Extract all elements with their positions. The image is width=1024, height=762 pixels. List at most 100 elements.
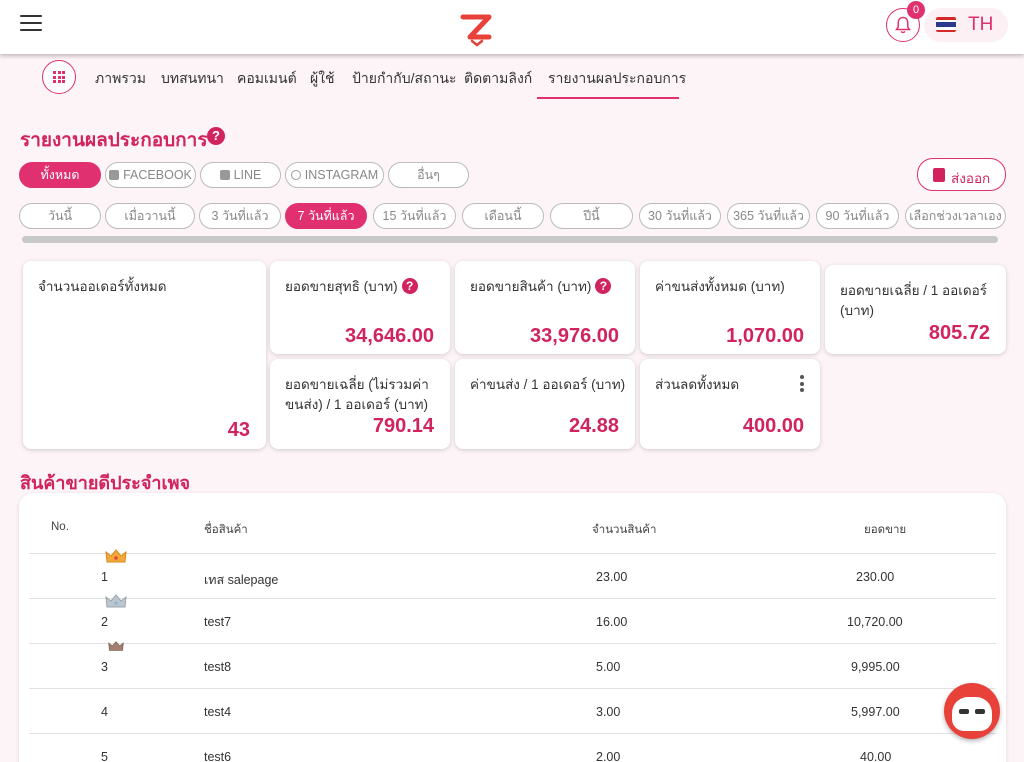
card-net-sales: ยอดขายสุทธิ (บาท)? 34,646.00 — [270, 261, 450, 354]
card-value: 1,070.00 — [726, 325, 804, 347]
notification-button[interactable]: 0 — [886, 1, 925, 42]
table-row[interactable]: 1 เทส salepage 23.00 230.00 — [29, 549, 996, 598]
tab-users[interactable]: ผู้ใช้ — [310, 68, 335, 90]
notification-badge: 0 — [907, 1, 925, 19]
table-row[interactable]: 5 test6 2.00 40.00 — [29, 733, 996, 762]
cell-no: 3 — [101, 660, 108, 674]
z-logo-icon[interactable] — [456, 8, 496, 48]
card-shipping-per-order: ค่าขนส่ง / 1 ออเดอร์ (บาท) 24.88 — [455, 359, 635, 449]
card-product-sales: ยอดขายสินค้า (บาท)? 33,976.00 — [455, 261, 635, 354]
card-total-orders: จำนวนออเดอร์ทั้งหมด 43 — [23, 261, 266, 449]
cell-sales: 40.00 — [860, 750, 892, 762]
card-label: ค่าขนส่ง / 1 ออเดอร์ (บาท) — [470, 377, 626, 392]
cell-sales: 10,720.00 — [847, 615, 903, 629]
card-label: ยอดขายสินค้า (บาท)? — [470, 277, 612, 297]
filter-facebook[interactable]: FACEBOOK — [105, 162, 196, 188]
question-circle-icon[interactable]: ? — [401, 278, 418, 294]
bell-icon — [895, 16, 911, 34]
column-header-qty: จำนวนสินค้า — [592, 524, 657, 536]
card-label: ยอดขายสุทธิ (บาท)? — [285, 277, 418, 297]
time-3-days[interactable]: 3 วันที่แล้ว — [199, 203, 281, 229]
crown-icon — [108, 641, 124, 651]
chatbot-button[interactable] — [944, 683, 1000, 739]
cell-no: 1 — [101, 570, 108, 584]
cell-no: 2 — [101, 615, 108, 629]
filter-line-label: LINE — [233, 168, 262, 182]
card-label: จำนวนออเดอร์ทั้งหมด — [38, 279, 167, 294]
time-7-days[interactable]: 7 วันที่แล้ว — [285, 203, 367, 229]
column-header-name: ชื่อสินค้า — [204, 524, 248, 536]
time-this-month[interactable]: เดือนนี้ — [462, 203, 544, 229]
time-15-days[interactable]: 15 วันที่แล้ว — [373, 203, 456, 229]
time-yesterday[interactable]: เมื่อวานนี้ — [105, 203, 195, 229]
cell-qty: 2.00 — [596, 750, 621, 762]
card-avg-sales-excl-shipping: ยอดขายเฉลี่ย (ไม่รวมค่าขนส่ง) / 1 ออเดอร… — [270, 359, 450, 449]
filter-facebook-label: FACEBOOK — [123, 168, 192, 182]
card-label: ค่าขนส่งทั้งหมด (บาท) — [655, 279, 785, 294]
active-tab-indicator — [537, 97, 679, 99]
card-label: ยอดขายเฉลี่ย / 1 ออเดอร์ (บาท) — [840, 283, 987, 318]
cell-name: เทส salepage — [204, 573, 279, 587]
card-value: 400.00 — [742, 415, 804, 437]
table-row[interactable]: 4 test4 3.00 5,997.00 — [29, 688, 996, 733]
question-circle-icon[interactable]: ? — [595, 278, 612, 294]
language-label: TH — [968, 14, 994, 35]
card-avg-sales-per-order: ยอดขายเฉลี่ย / 1 ออเดอร์ (บาท) 805.72 — [825, 265, 1006, 354]
card-value: 33,976.00 — [530, 325, 619, 347]
column-header-sales: ยอดขาย — [864, 524, 907, 536]
time-today[interactable]: วันนี้ — [19, 203, 101, 229]
filter-others[interactable]: อื่นๆ — [388, 162, 469, 188]
table-row[interactable]: 3 test8 5.00 9,995.00 — [29, 641, 996, 688]
card-total-shipping: ค่าขนส่งทั้งหมด (บาท) 1,070.00 — [640, 261, 820, 354]
tab-conversations[interactable]: บทสนทนา — [161, 68, 224, 90]
cell-qty: 23.00 — [596, 570, 628, 584]
crown-icon — [105, 549, 127, 563]
card-value: 805.72 — [928, 322, 990, 344]
cell-name: test4 — [204, 705, 232, 719]
card-label: ส่วนลดทั้งหมด — [655, 377, 740, 392]
filter-scrollbar[interactable] — [22, 236, 998, 243]
filter-instagram[interactable]: INSTAGRAM — [285, 162, 384, 188]
card-label-text: ยอดขายสุทธิ (บาท) — [285, 279, 398, 294]
time-90-days[interactable]: 90 วันที่แล้ว — [816, 203, 899, 229]
card-label-text: ยอดขายสินค้า (บาท) — [470, 279, 592, 294]
tab-link-tracking[interactable]: ติดตามลิงก์ — [464, 68, 532, 90]
sub-navigation: ภาพรวม บทสนทนา คอมเมนต์ ผู้ใช้ ป้ายกำกับ… — [0, 54, 1024, 100]
line-icon — [219, 170, 230, 180]
tab-performance-report[interactable]: รายงานผลประกอบการ — [548, 68, 686, 90]
export-icon — [933, 168, 945, 182]
table-row[interactable]: 2 test7 16.00 10,720.00 — [29, 594, 996, 643]
card-value: 24.88 — [568, 415, 619, 437]
cell-name: test7 — [204, 615, 232, 629]
time-30-days[interactable]: 30 วันที่แล้ว — [639, 203, 721, 229]
cell-qty: 5.00 — [596, 660, 621, 674]
card-label: ยอดขายเฉลี่ย (ไม่รวมค่าขนส่ง) / 1 ออเดอร… — [285, 377, 429, 412]
cell-no: 4 — [101, 705, 108, 719]
crown-icon — [105, 594, 127, 608]
time-custom-range[interactable]: เลือกช่วงเวลาเอง — [905, 203, 1006, 229]
apps-button[interactable] — [42, 60, 76, 94]
instagram-icon — [290, 170, 301, 180]
hamburger-icon[interactable] — [20, 15, 42, 33]
filter-all[interactable]: ทั้งหมด — [19, 162, 101, 188]
language-switcher[interactable]: TH — [924, 8, 1008, 42]
filter-line[interactable]: LINE — [200, 162, 281, 188]
card-value: 790.14 — [372, 415, 434, 437]
tab-overview[interactable]: ภาพรวม — [95, 68, 146, 90]
export-button[interactable]: ส่งออก — [917, 158, 1006, 191]
cell-sales: 9,995.00 — [851, 660, 900, 674]
question-circle-icon[interactable]: ? — [207, 127, 225, 145]
time-365-days[interactable]: 365 วันที่แล้ว — [727, 203, 810, 229]
grid-icon — [53, 71, 65, 83]
tab-comments[interactable]: คอมเมนต์ — [237, 68, 297, 90]
robot-icon — [952, 697, 992, 731]
cell-qty: 16.00 — [596, 615, 628, 629]
tab-labels-status[interactable]: ป้ายกำกับ/สถานะ — [352, 68, 457, 90]
cell-qty: 3.00 — [596, 705, 621, 719]
cell-sales: 5,997.00 — [851, 705, 900, 719]
time-this-year[interactable]: ปีนี้ — [550, 203, 633, 229]
export-label: ส่งออก — [951, 171, 991, 186]
page-title: รายงานผลประกอบการ — [20, 130, 208, 151]
kebab-menu-icon[interactable] — [800, 375, 804, 395]
column-header-no: No. — [51, 521, 69, 533]
